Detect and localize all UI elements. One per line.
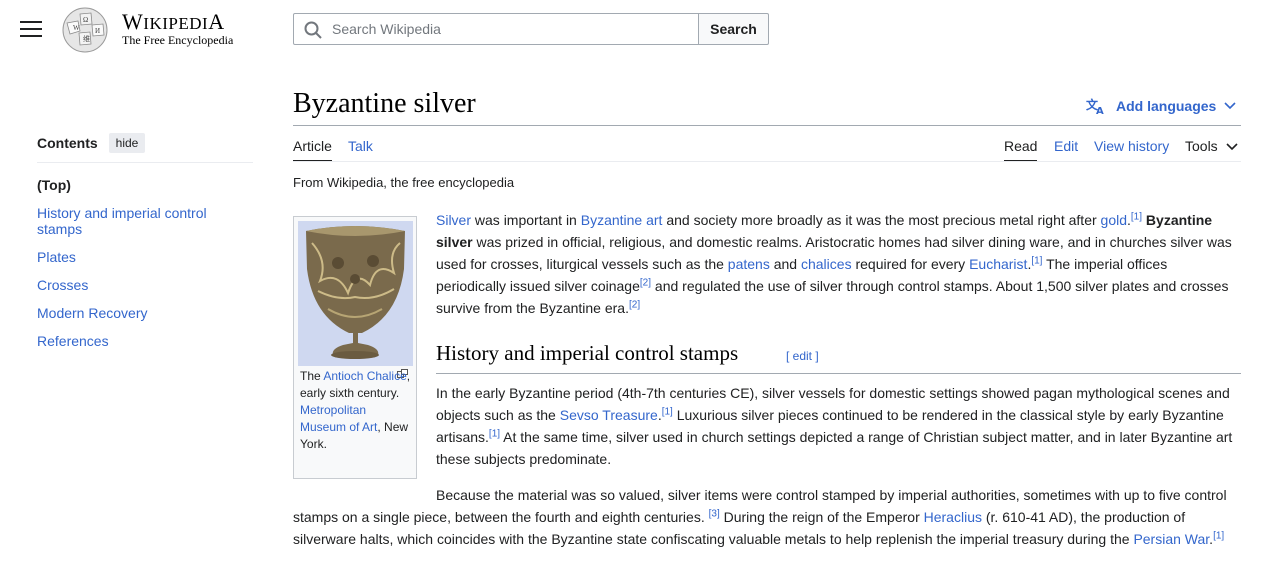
tools-label: Tools	[1185, 138, 1218, 154]
gold-link[interactable]: gold	[1101, 212, 1127, 228]
citation-ref[interactable]: [2]	[629, 299, 640, 310]
search-box[interactable]	[293, 13, 699, 45]
citation-ref[interactable]: [1]	[489, 428, 500, 439]
toc-item-plates[interactable]: Plates	[37, 249, 253, 265]
toc-item-history[interactable]: History and imperial control stamps	[37, 205, 253, 237]
chalices-link[interactable]: chalices	[801, 256, 852, 272]
history-paragraph-1: In the early Byzantine period (4th-7th c…	[436, 385, 1233, 467]
chevron-down-icon	[1224, 102, 1236, 110]
citation-ref[interactable]: [3]	[709, 508, 720, 519]
svg-text:И: И	[95, 27, 100, 35]
add-languages-button[interactable]: 文 A Add languages	[1086, 97, 1236, 115]
intro-paragraph: Silver was important in Byzantine art an…	[436, 211, 1232, 316]
svg-text:维: 维	[83, 34, 90, 43]
antioch-chalice-image[interactable]	[298, 221, 413, 366]
search-button[interactable]: Search	[698, 13, 769, 45]
citation-ref[interactable]: [1]	[1131, 211, 1142, 222]
add-languages-label: Add languages	[1116, 98, 1217, 114]
tab-talk[interactable]: Talk	[348, 138, 373, 162]
infobox-thumbnail: The Antioch Chalice, early sixth century…	[293, 216, 417, 479]
tab-edit[interactable]: Edit	[1054, 138, 1078, 162]
toc-item-crosses[interactable]: Crosses	[37, 277, 253, 293]
svg-text:W: W	[73, 24, 80, 32]
edit-section-link[interactable]: [ edit ]	[786, 349, 819, 363]
metropolitan-museum-link[interactable]: Metropolitan Museum of Art	[300, 403, 377, 434]
site-subtitle: From Wikipedia, the free encyclopedia	[293, 175, 515, 190]
sevso-treasure-link[interactable]: Sevso Treasure	[560, 407, 658, 423]
eucharist-link[interactable]: Eucharist	[969, 256, 1027, 272]
citation-ref[interactable]: [1]	[662, 406, 673, 417]
tab-article[interactable]: Article	[293, 138, 332, 162]
search-input[interactable]	[330, 14, 690, 44]
tabs-divider	[293, 161, 1241, 162]
search-icon	[304, 21, 322, 39]
toc-item-modern-recovery[interactable]: Modern Recovery	[37, 305, 253, 321]
table-of-contents: Contents hide (Top) History and imperial…	[37, 133, 253, 349]
tools-menu-button[interactable]: Tools	[1185, 138, 1238, 162]
persian-war-link[interactable]: Persian War	[1133, 531, 1209, 547]
tab-read[interactable]: Read	[1004, 138, 1038, 162]
main-menu-button[interactable]	[20, 21, 42, 37]
section-divider	[436, 373, 1241, 374]
section-heading-history: History and imperial control stamps	[436, 341, 739, 365]
silver-link[interactable]: Silver	[436, 212, 471, 228]
svg-text:Ω: Ω	[83, 16, 88, 24]
tab-view-history[interactable]: View history	[1094, 138, 1169, 162]
patens-link[interactable]: patens	[728, 256, 770, 272]
heraclius-link[interactable]: Heraclius	[924, 509, 982, 525]
citation-ref[interactable]: [1]	[1031, 255, 1042, 266]
toc-hide-button[interactable]: hide	[108, 133, 146, 153]
toc-item-references[interactable]: References	[37, 333, 253, 349]
svg-text:A: A	[1096, 106, 1104, 115]
wikipedia-wordmark[interactable]: WIKIPEDIA	[122, 9, 225, 35]
toc-item-top[interactable]: (Top)	[37, 177, 253, 193]
toc-title: Contents	[37, 135, 98, 151]
title-divider	[293, 125, 1241, 126]
citation-ref[interactable]: [2]	[640, 277, 651, 288]
wikipedia-globe-logo[interactable]: W Ω И 维	[58, 5, 112, 53]
antioch-chalice-link[interactable]: Antioch Chalice	[323, 369, 406, 383]
citation-ref[interactable]: [1]	[1213, 530, 1224, 541]
history-paragraph-2: Because the material was so valued, silv…	[293, 487, 1227, 547]
translate-icon: 文 A	[1086, 97, 1104, 115]
chevron-down-icon	[1226, 143, 1238, 151]
page-title: Byzantine silver	[293, 88, 476, 119]
byzantine-art-link[interactable]: Byzantine art	[581, 212, 663, 228]
wikipedia-tagline: The Free Encyclopedia	[122, 33, 234, 47]
thumbnail-caption: The Antioch Chalice, early sixth century…	[300, 369, 411, 451]
